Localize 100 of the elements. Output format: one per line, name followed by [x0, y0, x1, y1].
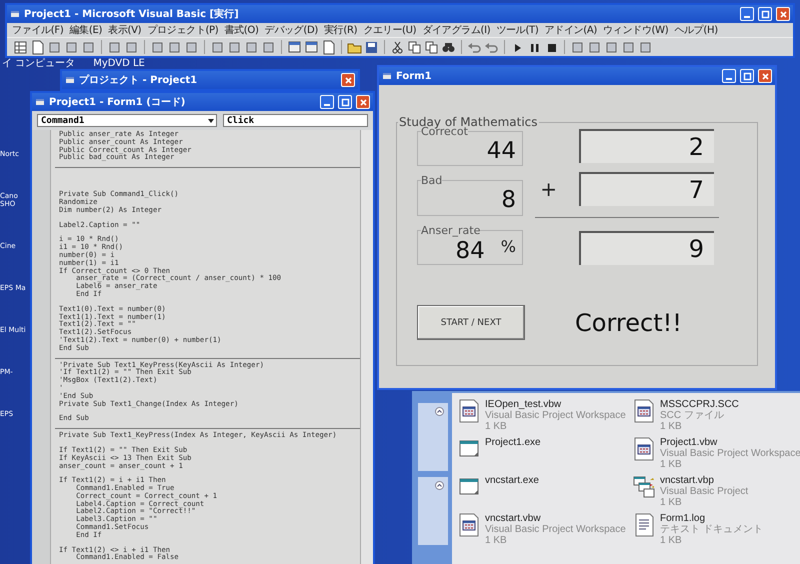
toolbar-icon[interactable]: [124, 40, 139, 55]
menu-item[interactable]: アドイン(A): [541, 23, 600, 38]
toolbar-icon[interactable]: [587, 40, 602, 55]
menu-item[interactable]: ヘルプ(H): [671, 23, 721, 38]
toolbar-icon[interactable]: [604, 40, 619, 55]
toolbar-icon[interactable]: [184, 40, 199, 55]
file-size: 1 KB: [660, 421, 683, 432]
minimize-icon: [744, 16, 750, 18]
workspace-file-icon[interactable]: [633, 437, 655, 461]
toolbar-icon[interactable]: [167, 40, 182, 55]
toolbar-icon[interactable]: [244, 40, 259, 55]
maximize-icon: [340, 98, 350, 106]
toolbar-icon[interactable]: [81, 40, 96, 55]
stat-value: 8: [501, 187, 516, 214]
copy-icon[interactable]: [407, 40, 422, 55]
minimize-icon: [324, 104, 330, 106]
workspace-file-icon[interactable]: [633, 399, 655, 423]
file-name[interactable]: Form1.log: [660, 513, 763, 524]
operand-field[interactable]: 7: [579, 172, 714, 206]
operand-field[interactable]: 2: [579, 129, 714, 163]
menu-item[interactable]: 編集(E): [66, 23, 106, 38]
maximize-button[interactable]: [740, 69, 754, 83]
grid-icon[interactable]: [13, 40, 28, 55]
window-title: Project1 - Microsoft Visual Basic [実行]: [24, 7, 240, 21]
close-button[interactable]: [356, 95, 370, 109]
toolbar-icon[interactable]: [621, 40, 636, 55]
document-icon[interactable]: [321, 40, 336, 55]
file-type: SCC ファイル: [660, 410, 725, 421]
close-icon: [778, 10, 788, 18]
file-type: テキスト ドキュメント: [660, 524, 763, 535]
project-files-icon[interactable]: [633, 475, 655, 499]
file-name[interactable]: vncstart.vbw: [485, 513, 626, 524]
maximize-icon: [760, 10, 770, 18]
copy-icon[interactable]: [424, 40, 439, 55]
cut-icon[interactable]: [390, 40, 405, 55]
toolbar-icon[interactable]: [64, 40, 79, 55]
save-icon[interactable]: [364, 40, 379, 55]
menu-item[interactable]: クエリー(U): [360, 23, 420, 38]
toolbar-icon[interactable]: [638, 40, 653, 55]
menu-item[interactable]: 書式(O): [221, 23, 262, 38]
operator-sign: +: [540, 177, 557, 201]
desktop-icon-label[interactable]: イ コンピュータ: [2, 58, 76, 69]
answer-field[interactable]: 9: [579, 231, 714, 265]
window-title: プロジェクト - Project1: [79, 73, 198, 87]
minimize-icon: [726, 78, 732, 80]
file-size: 1 KB: [660, 497, 683, 508]
workspace-file-icon[interactable]: [458, 399, 480, 423]
menu-item[interactable]: ダイアグラム(I): [419, 23, 494, 38]
file-type: Visual Basic Project Workspace: [485, 524, 626, 535]
toolbar-icon[interactable]: [210, 40, 225, 55]
file-size: 1 KB: [660, 535, 683, 546]
toolbar-icon[interactable]: [261, 40, 276, 55]
toolbar-icon[interactable]: [47, 40, 62, 55]
procedure-dropdown[interactable]: Click: [223, 114, 368, 127]
form-icon[interactable]: [304, 40, 319, 55]
scrollbar[interactable]: [360, 130, 373, 564]
minimize-button[interactable]: [722, 69, 736, 83]
minimize-button[interactable]: [740, 7, 754, 21]
stat-label: Anser_rate: [421, 224, 480, 237]
stat-label: Bad: [421, 174, 442, 188]
object-dropdown[interactable]: Command1: [37, 114, 217, 127]
window-title: Form1: [396, 70, 433, 82]
close-button[interactable]: [341, 73, 355, 87]
toolbar-icon[interactable]: [227, 40, 242, 55]
menu-item[interactable]: 実行(R): [320, 23, 360, 38]
file-name[interactable]: vncstart.exe: [485, 475, 539, 486]
menu-item[interactable]: ファイル(F): [9, 23, 66, 38]
collapse-chevron-icon[interactable]: [435, 407, 444, 416]
close-button[interactable]: [776, 7, 790, 21]
menu-item[interactable]: ウィンドウ(W): [600, 23, 672, 38]
maximize-button[interactable]: [338, 95, 352, 109]
file-name[interactable]: IEOpen_test.vbw: [485, 399, 626, 410]
workspace-file-icon[interactable]: [458, 513, 480, 537]
menu-item[interactable]: デバッグ(D): [262, 23, 321, 38]
toolbar-icon[interactable]: [150, 40, 165, 55]
stat-value: 84: [456, 238, 485, 264]
file-name[interactable]: Project1.vbw: [660, 437, 800, 448]
window-icon: [10, 9, 20, 19]
window-icon: [382, 71, 392, 81]
file-name[interactable]: vncstart.vbp: [660, 475, 748, 486]
file-name[interactable]: MSSCCPRJ.SCC: [660, 399, 739, 410]
close-button[interactable]: [758, 69, 772, 83]
menu-item[interactable]: ツール(T): [493, 23, 542, 38]
file-name[interactable]: Project1.exe: [485, 437, 541, 448]
minimize-button[interactable]: [320, 95, 334, 109]
code-editor[interactable]: [51, 130, 360, 564]
toolbar-icon[interactable]: [570, 40, 585, 55]
text-file-icon[interactable]: [633, 513, 655, 537]
stat-value: 44: [486, 138, 516, 164]
toolbar-icon[interactable]: [107, 40, 122, 55]
desktop-icon-label[interactable]: MyDVD LE: [93, 58, 145, 69]
document-icon[interactable]: [30, 40, 45, 55]
file-type: Visual Basic Project: [660, 486, 748, 497]
menu-item[interactable]: 表示(V): [105, 23, 144, 38]
menu-item[interactable]: プロジェクト(P): [144, 23, 222, 38]
start-next-button[interactable]: START / NEXT: [417, 305, 525, 340]
collapse-chevron-icon[interactable]: [435, 481, 444, 490]
form-icon[interactable]: [287, 40, 302, 55]
object-dropdown-value: Command1: [41, 116, 84, 126]
maximize-button[interactable]: [758, 7, 772, 21]
